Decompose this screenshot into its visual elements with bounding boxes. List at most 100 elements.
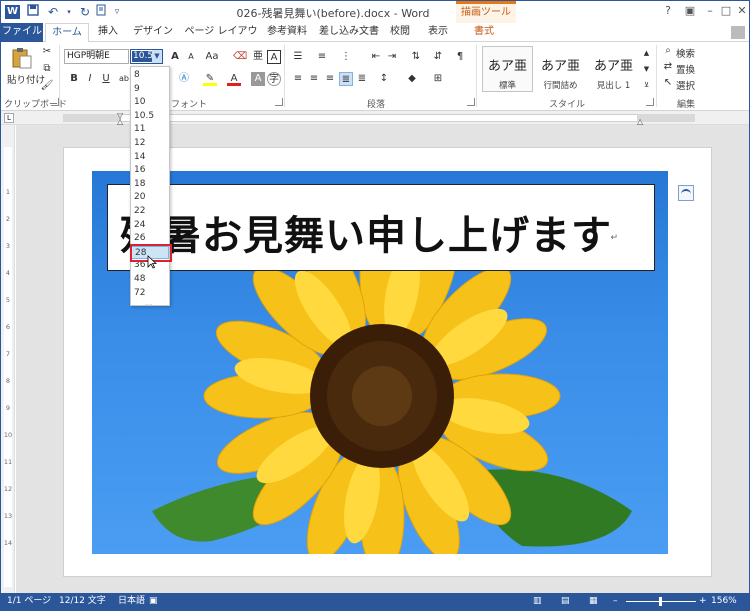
multilevel-list-icon[interactable]: ⋮: [339, 50, 353, 64]
resize-grip-icon[interactable]: ....: [145, 300, 153, 307]
font-size-option[interactable]: 11: [131, 123, 169, 137]
select-icon[interactable]: ↖: [661, 76, 675, 90]
word-count[interactable]: 12/12 文字: [59, 593, 106, 610]
clear-formatting-icon[interactable]: ⌫: [233, 50, 247, 64]
italic-button[interactable]: I: [83, 72, 97, 86]
tab-home[interactable]: ホーム: [45, 23, 89, 43]
print-layout-icon[interactable]: ▤: [561, 593, 570, 610]
font-size-dropdown-icon[interactable]: ▼: [152, 50, 162, 63]
line-spacing-icon[interactable]: ↕: [377, 72, 391, 86]
page-count[interactable]: 1/1 ページ: [7, 593, 51, 610]
font-size-option[interactable]: 72: [131, 287, 169, 301]
undo-icon[interactable]: ↶: [45, 4, 61, 20]
find-icon[interactable]: ⌕: [661, 44, 675, 58]
tab-page-layout[interactable]: ページ レイアウト: [181, 23, 261, 55]
close-icon[interactable]: ✕: [735, 4, 749, 18]
align-left-icon[interactable]: ≡: [291, 72, 305, 86]
ribbon-display-options-icon[interactable]: ▣: [683, 4, 697, 18]
font-size-option[interactable]: 9: [131, 83, 169, 97]
tab-selector-icon[interactable]: L: [4, 113, 14, 123]
highlight-color-icon[interactable]: ✎: [203, 72, 217, 86]
align-right-icon[interactable]: ≡: [323, 72, 337, 86]
zoom-in-icon[interactable]: +: [699, 593, 707, 610]
web-layout-icon[interactable]: ▦: [589, 593, 598, 610]
clipboard-launcher-icon[interactable]: [51, 98, 59, 106]
sunflower-photo[interactable]: 残暑お見舞い申し上げます ↵: [92, 171, 668, 554]
strikethrough-icon[interactable]: ab: [117, 72, 131, 86]
enclosed-characters-icon[interactable]: 字: [267, 72, 281, 86]
tab-insert[interactable]: 挿入: [91, 23, 125, 42]
underline-button[interactable]: U: [99, 72, 113, 86]
copy-icon[interactable]: ⧉: [40, 62, 54, 76]
print-preview-icon[interactable]: [93, 4, 109, 20]
style-normal[interactable]: あア亜 標準: [482, 46, 533, 92]
shrink-font-icon[interactable]: A: [184, 50, 198, 64]
layout-options-icon[interactable]: [678, 185, 694, 201]
font-size-option[interactable]: 16: [131, 164, 169, 178]
heading-textbox[interactable]: 残暑お見舞い申し上げます ↵: [107, 184, 655, 271]
style-heading-1[interactable]: あア亜 見出し 1: [588, 46, 639, 92]
bold-button[interactable]: B: [67, 72, 81, 86]
zoom-out-icon[interactable]: –: [613, 593, 618, 610]
greeting-heading[interactable]: 残暑お見舞い申し上げます: [120, 203, 612, 261]
minimize-icon[interactable]: –: [703, 4, 717, 18]
font-size-option[interactable]: 48: [131, 273, 169, 287]
font-size-option[interactable]: 10: [131, 96, 169, 110]
align-center-icon[interactable]: ≡: [307, 72, 321, 86]
vertical-ruler[interactable]: 1 2 3 4 5 6 7 8 9 10 11 12 13 14: [1, 125, 15, 593]
paragraph-launcher-icon[interactable]: [467, 98, 475, 106]
bullets-icon[interactable]: ☰: [291, 50, 305, 64]
undo-dropdown-icon[interactable]: ▾: [61, 4, 77, 20]
font-size-option[interactable]: 18: [131, 178, 169, 192]
save-icon[interactable]: [25, 4, 41, 20]
character-border-icon[interactable]: A: [267, 50, 281, 64]
font-size-option[interactable]: 20: [131, 191, 169, 205]
phonetic-guide-icon[interactable]: 亜: [251, 50, 265, 64]
decrease-indent-icon[interactable]: ⇤: [369, 50, 383, 64]
tab-references[interactable]: 参考資料: [263, 23, 311, 42]
format-painter-icon[interactable]: 🖌: [40, 79, 54, 93]
font-size-option[interactable]: 8: [131, 69, 169, 83]
paste-icon[interactable]: [10, 46, 34, 70]
macro-record-icon[interactable]: ▣: [149, 593, 158, 610]
read-mode-icon[interactable]: ▥: [533, 593, 542, 610]
zoom-slider-thumb[interactable]: [659, 597, 662, 606]
language-indicator[interactable]: 日本語: [118, 593, 145, 610]
maximize-icon[interactable]: □: [719, 4, 733, 18]
select-button[interactable]: 選択: [676, 78, 695, 92]
replace-icon[interactable]: ⇄: [661, 60, 675, 74]
borders-icon[interactable]: ⊞: [431, 72, 445, 86]
redo-icon[interactable]: ↻: [77, 4, 93, 20]
cut-icon[interactable]: ✂: [40, 45, 54, 59]
help-icon[interactable]: ?: [661, 4, 675, 18]
styles-scroll-down-icon[interactable]: ▼: [641, 62, 652, 76]
tab-view[interactable]: 表示: [421, 23, 455, 42]
word-app-icon[interactable]: W: [5, 5, 20, 19]
replace-button[interactable]: 置換: [676, 62, 695, 76]
customize-qat-icon[interactable]: ▿: [109, 4, 125, 20]
tab-file[interactable]: ファイル: [1, 23, 43, 42]
font-name-combobox[interactable]: HGP明朝E: [64, 49, 129, 64]
document-canvas[interactable]: 残暑お見舞い申し上げます ↵: [16, 125, 749, 593]
horizontal-ruler[interactable]: L ▽ △ △: [1, 111, 749, 126]
show-marks-icon[interactable]: ¶: [453, 50, 467, 64]
text-direction-icon[interactable]: ⇅: [409, 50, 423, 64]
font-size-option[interactable]: 10.5: [131, 110, 169, 124]
sort-icon[interactable]: ⇵: [431, 50, 445, 64]
find-button[interactable]: 検索: [676, 46, 695, 60]
font-size-option[interactable]: 14: [131, 151, 169, 165]
character-shading-icon[interactable]: A: [251, 72, 265, 86]
avatar[interactable]: [731, 26, 745, 39]
change-case-icon[interactable]: Aa: [203, 50, 221, 64]
increase-indent-icon[interactable]: ⇥: [385, 50, 399, 64]
tab-design[interactable]: デザイン: [129, 23, 177, 42]
shading-icon[interactable]: ◆: [405, 72, 419, 86]
font-size-option[interactable]: 22: [131, 205, 169, 219]
font-size-option[interactable]: 24: [131, 219, 169, 233]
zoom-level[interactable]: 156%: [711, 593, 737, 610]
tab-format[interactable]: 書式: [463, 23, 505, 42]
numbering-icon[interactable]: ≡: [315, 50, 329, 64]
font-color-button[interactable]: A: [227, 72, 241, 86]
tab-mailings[interactable]: 差し込み文書: [315, 23, 383, 42]
style-no-spacing[interactable]: あア亜 行間詰め: [535, 46, 586, 92]
